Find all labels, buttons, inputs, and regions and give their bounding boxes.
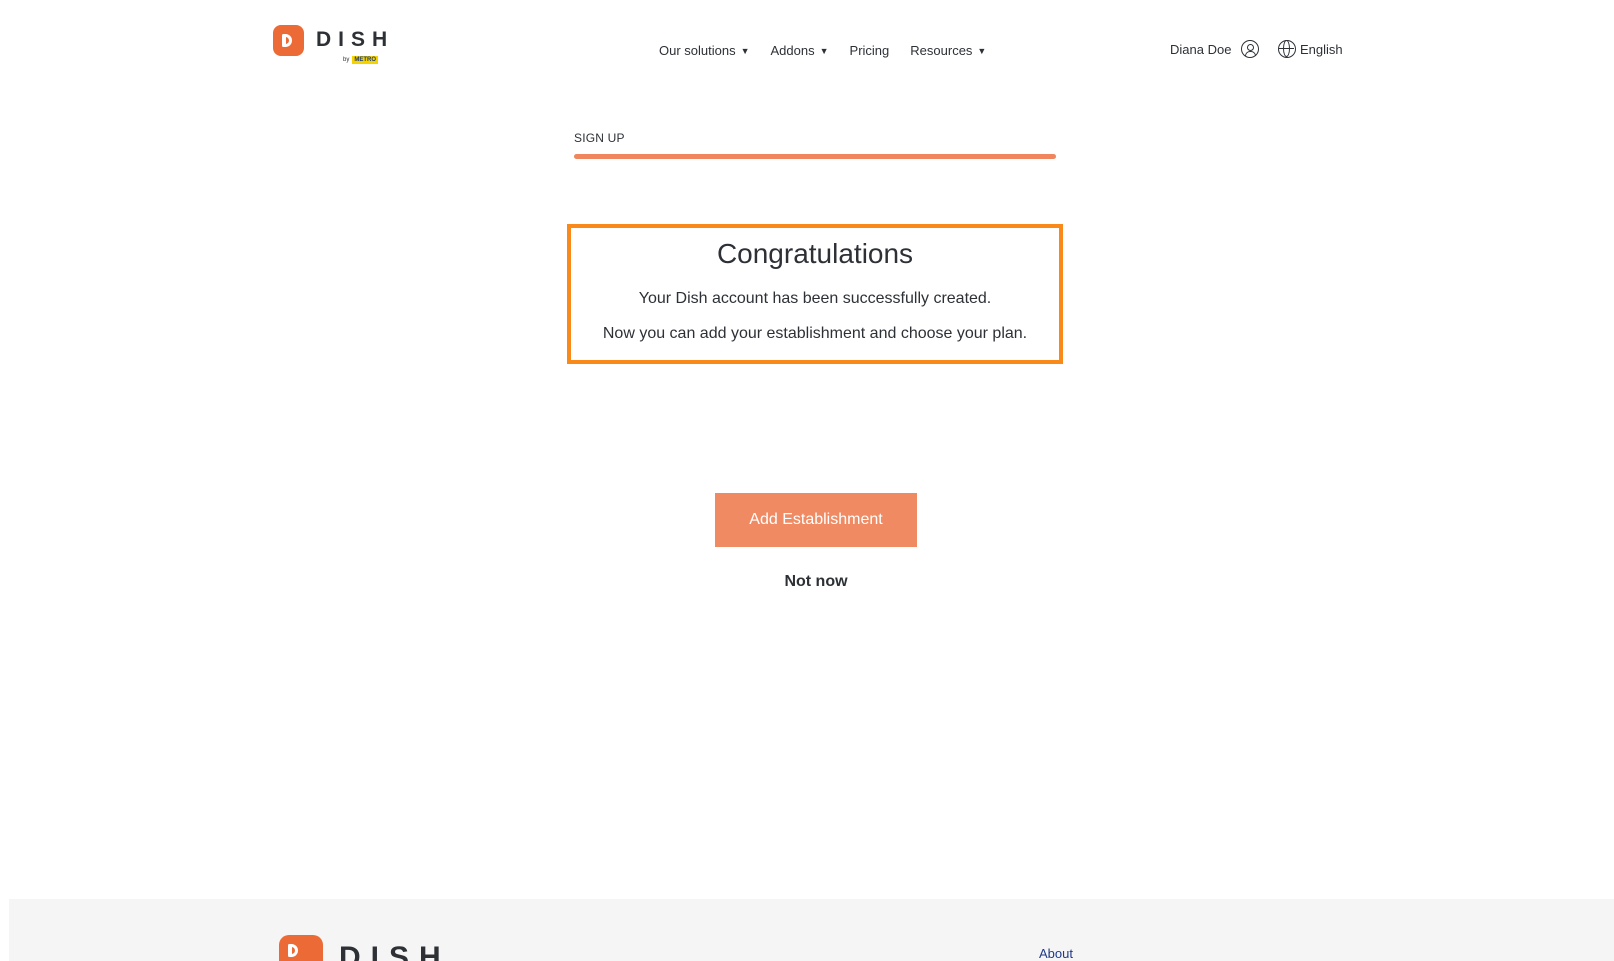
footer-logo-text: DISH (339, 941, 451, 961)
page: DISH by METRO Our solutions ▼ Addons ▼ P… (0, 0, 1614, 961)
logo-text: DISH (316, 28, 395, 51)
metro-badge: METRO (352, 56, 379, 64)
language-selector[interactable]: English (1278, 40, 1343, 58)
signup-step-label: SIGN UP (574, 131, 625, 145)
footer-dish-logo[interactable]: DISH (279, 935, 451, 961)
next-step-message: Now you can add your establishment and c… (602, 325, 1028, 342)
caret-down-icon: ▼ (740, 45, 750, 56)
logo-by-metro: by METRO (343, 56, 379, 64)
footer-about-link[interactable]: About (1039, 946, 1073, 961)
nav-label: Our solutions (659, 43, 736, 58)
not-now-link[interactable]: Not now (715, 573, 917, 591)
signup-progress-fill (574, 154, 1056, 159)
dish-logo[interactable]: DISH by METRO (273, 25, 395, 64)
nav-our-solutions[interactable]: Our solutions ▼ (659, 43, 750, 58)
dish-logo-icon (279, 935, 323, 961)
congratulations-title: Congratulations (716, 238, 914, 269)
user-menu[interactable]: Diana Doe (1170, 40, 1260, 58)
nav-pricing[interactable]: Pricing (850, 43, 890, 58)
language-label: English (1300, 41, 1343, 57)
dish-logo-icon (273, 25, 304, 56)
nav-label: Resources (910, 43, 973, 58)
caret-down-icon: ▼ (977, 45, 987, 56)
account-created-message: Your Dish account has been successfully … (638, 290, 992, 307)
nav-label: Addons (770, 43, 815, 58)
nav-label: Pricing (849, 43, 890, 58)
main-nav: Our solutions ▼ Addons ▼ Pricing Resourc… (659, 43, 986, 58)
nav-resources[interactable]: Resources ▼ (910, 43, 986, 58)
caret-down-icon: ▼ (819, 45, 829, 56)
add-establishment-button[interactable]: Add Establishment (715, 493, 917, 547)
user-account-icon (1241, 40, 1260, 58)
footer: DISH About (9, 899, 1614, 961)
signup-progress-bar (574, 154, 1056, 159)
congratulations-box: Congratulations Your Dish account has be… (567, 224, 1063, 364)
user-name: Diana Doe (1170, 41, 1232, 57)
nav-addons[interactable]: Addons ▼ (771, 43, 829, 58)
globe-icon (1278, 40, 1296, 58)
logo-by-text: by (343, 57, 350, 63)
